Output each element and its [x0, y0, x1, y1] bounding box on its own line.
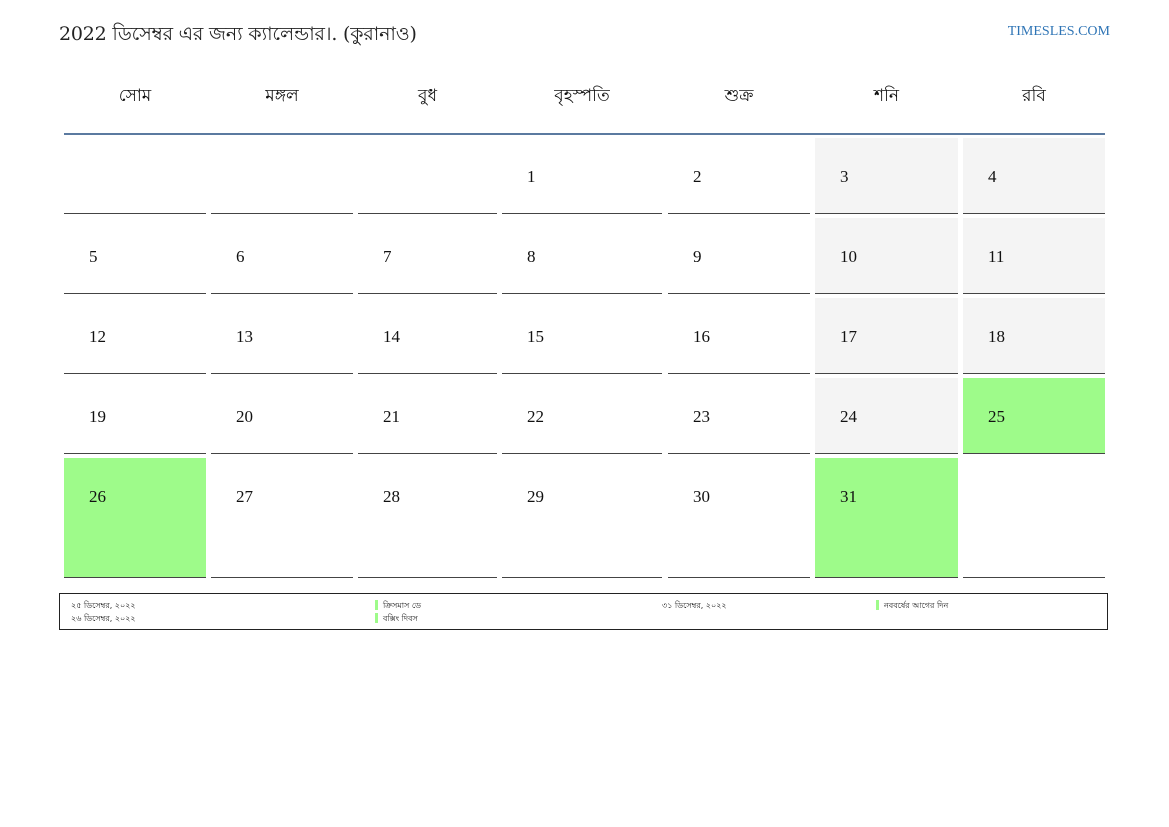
- day-number: 30: [693, 487, 710, 506]
- calendar-day-cell[interactable]: 22: [502, 378, 662, 454]
- calendar-grid: সোম মঙ্গল বুধ বৃহস্পতি শুক্র শনি রবি 123…: [64, 60, 1105, 578]
- calendar-day-cell[interactable]: 1: [502, 138, 662, 214]
- calendar-empty-cell: [358, 138, 497, 214]
- calendar-day-cell[interactable]: 15: [502, 298, 662, 374]
- calendar-week-row: 19 20 21 22 23 24 25: [64, 378, 1105, 454]
- calendar-day-cell[interactable]: 13: [211, 298, 353, 374]
- calendar-day-cell[interactable]: 11: [963, 218, 1105, 294]
- calendar-week-row: 26 27 28 29 30 31: [64, 458, 1105, 578]
- legend-color-marker: [375, 600, 378, 610]
- day-number: 8: [527, 247, 536, 266]
- calendar-day-cell[interactable]: 7: [358, 218, 497, 294]
- legend-color-marker: [375, 613, 378, 623]
- calendar-day-cell[interactable]: 4: [963, 138, 1105, 214]
- legend-color-marker: [876, 600, 879, 610]
- weekday-monday: সোম: [118, 85, 152, 106]
- calendar-day-cell[interactable]: 19: [64, 378, 206, 454]
- calendar-day-cell[interactable]: 30: [668, 458, 810, 578]
- day-number: 9: [693, 247, 702, 266]
- calendar-day-cell[interactable]: 8: [502, 218, 662, 294]
- legend-holiday-name: নববর্ষের আগের দিন: [884, 601, 949, 610]
- calendar-day-cell[interactable]: 12: [64, 298, 206, 374]
- day-number: 24: [840, 407, 857, 426]
- weekday-header: সোম মঙ্গল বুধ বৃহস্পতি শুক্র শনি রবি: [64, 60, 1105, 135]
- calendar-week-row: 12 13 14 15 16 17 18: [64, 298, 1105, 374]
- calendar-day-cell[interactable]: 2: [668, 138, 810, 214]
- site-link[interactable]: TIMESLES.COM: [1008, 24, 1110, 40]
- legend-date: ২৬ ডিসেম্বর, ২০২২: [71, 614, 136, 623]
- day-number: 25: [988, 407, 1005, 426]
- day-number: 12: [89, 327, 106, 346]
- day-number: 14: [383, 327, 400, 346]
- day-number: 19: [89, 407, 106, 426]
- calendar-day-cell[interactable]: 25: [963, 378, 1105, 454]
- day-number: 6: [236, 247, 245, 266]
- calendar-empty-cell: [64, 138, 206, 214]
- weekday-friday: শুক্র: [724, 85, 754, 106]
- calendar-day-cell[interactable]: 29: [502, 458, 662, 578]
- calendar-day-cell[interactable]: 31: [815, 458, 958, 578]
- day-number: 11: [988, 247, 1005, 266]
- day-number: 2: [693, 167, 702, 186]
- day-number: 7: [383, 247, 392, 266]
- day-number: 17: [840, 327, 857, 346]
- calendar-day-cell[interactable]: 20: [211, 378, 353, 454]
- day-number: 5: [89, 247, 98, 266]
- calendar-day-cell[interactable]: 28: [358, 458, 497, 578]
- day-number: 1: [527, 167, 536, 186]
- day-number: 15: [527, 327, 544, 346]
- day-number: 29: [527, 487, 544, 506]
- legend-holiday-name: ক্রিসমাস ডে: [383, 601, 421, 610]
- day-number: 21: [383, 407, 400, 426]
- weekday-saturday: শনি: [873, 85, 900, 106]
- day-number: 28: [383, 487, 400, 506]
- calendar-day-cell[interactable]: 23: [668, 378, 810, 454]
- day-number: 13: [236, 327, 253, 346]
- day-number: 10: [840, 247, 857, 266]
- weekday-wednesday: বুধ: [418, 85, 437, 106]
- calendar-week-row: 5 6 7 8 9 10 11: [64, 218, 1105, 294]
- weekday-thursday: বৃহস্পতি: [554, 85, 610, 106]
- calendar-day-cell[interactable]: 17: [815, 298, 958, 374]
- holiday-legend: ২৫ ডিসেম্বর, ২০২২ ক্রিসমাস ডে ২৬ ডিসেম্ব…: [59, 593, 1108, 630]
- calendar-empty-cell: [963, 458, 1105, 578]
- legend-holiday-name: বক্সিং দিবস: [383, 614, 418, 623]
- day-number: 27: [236, 487, 253, 506]
- day-number: 26: [89, 487, 106, 506]
- calendar-day-cell[interactable]: 21: [358, 378, 497, 454]
- weekday-sunday: রবি: [1022, 85, 1046, 106]
- calendar-day-cell[interactable]: 26: [64, 458, 206, 578]
- calendar-day-cell[interactable]: 14: [358, 298, 497, 374]
- day-number: 23: [693, 407, 710, 426]
- calendar-day-cell[interactable]: 10: [815, 218, 958, 294]
- calendar-day-cell[interactable]: 5: [64, 218, 206, 294]
- day-number: 16: [693, 327, 710, 346]
- calendar-week-row: 1 2 3 4: [64, 138, 1105, 214]
- calendar-day-cell[interactable]: 18: [963, 298, 1105, 374]
- calendar-empty-cell: [211, 138, 353, 214]
- legend-date: ২৫ ডিসেম্বর, ২০২২: [71, 601, 136, 610]
- calendar-day-cell[interactable]: 24: [815, 378, 958, 454]
- weekday-tuesday: মঙ্গল: [265, 85, 299, 106]
- calendar-day-cell[interactable]: 16: [668, 298, 810, 374]
- day-number: 31: [840, 487, 857, 506]
- day-number: 4: [988, 167, 997, 186]
- calendar-day-cell[interactable]: 6: [211, 218, 353, 294]
- legend-date: ৩১ ডিসেম্বর, ২০২২: [662, 601, 727, 610]
- day-number: 18: [988, 327, 1005, 346]
- calendar-day-cell[interactable]: 9: [668, 218, 810, 294]
- page-title: 2022 ডিসেম্বর এর জন্য ক্যালেন্ডার।. (কুর…: [59, 23, 417, 45]
- day-number: 22: [527, 407, 544, 426]
- day-number: 20: [236, 407, 253, 426]
- calendar-day-cell[interactable]: 27: [211, 458, 353, 578]
- day-number: 3: [840, 167, 849, 186]
- calendar-day-cell[interactable]: 3: [815, 138, 958, 214]
